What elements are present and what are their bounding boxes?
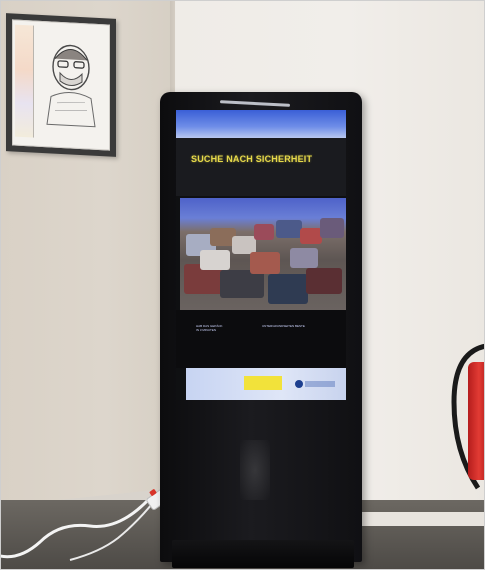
screen-footer-banner: [186, 368, 346, 400]
luggage-bag: [300, 228, 322, 244]
caption-left: HAB DAS GEPÄCK IN 3 MINUTEN: [196, 324, 223, 332]
caption-right-line: UNTERGRUNDSEITEN BESTE: [262, 324, 305, 328]
kiosk-screen[interactable]: SUCHE NACH SICHERHEIT HAB DAS GEPÄCK IN …: [176, 110, 346, 400]
luggage-bag: [320, 218, 344, 238]
luggage-bag: [254, 224, 274, 240]
partner-logo-blue-icon: [295, 380, 335, 388]
fire-extinguisher: [468, 362, 485, 480]
partner-logo-yellow: [244, 376, 282, 390]
caption-right: UNTERGRUNDSEITEN BESTE: [262, 324, 305, 328]
child-drawing-strip: [15, 24, 34, 138]
luggage-bag: [290, 248, 318, 268]
kiosk-top-reflection: [219, 100, 291, 107]
kiosk-base: [172, 540, 354, 568]
caption-left-line: IN 3 MINUTEN: [196, 328, 217, 332]
screen-caption-area: [176, 310, 346, 368]
kiosk-glare: [240, 440, 270, 500]
screen-headline: SUCHE NACH SICHERHEIT: [191, 154, 313, 164]
luggage-bag: [200, 250, 230, 270]
portrait-drawing-icon: [46, 44, 96, 128]
screen-title-area: [176, 138, 346, 196]
photo-scene: SUCHE NACH SICHERHEIT HAB DAS GEPÄCK IN …: [0, 0, 485, 570]
right-baseboard: [355, 512, 485, 526]
luggage-bag: [276, 220, 302, 238]
luggage-bag: [250, 252, 280, 274]
luggage-bag: [268, 274, 308, 304]
picture-paper: [12, 19, 110, 151]
luggage-bag: [220, 270, 264, 298]
screen-header-bar: [176, 110, 346, 138]
luggage-bag: [306, 268, 342, 294]
luggage-photo: [180, 198, 346, 310]
framed-picture: [6, 13, 116, 157]
